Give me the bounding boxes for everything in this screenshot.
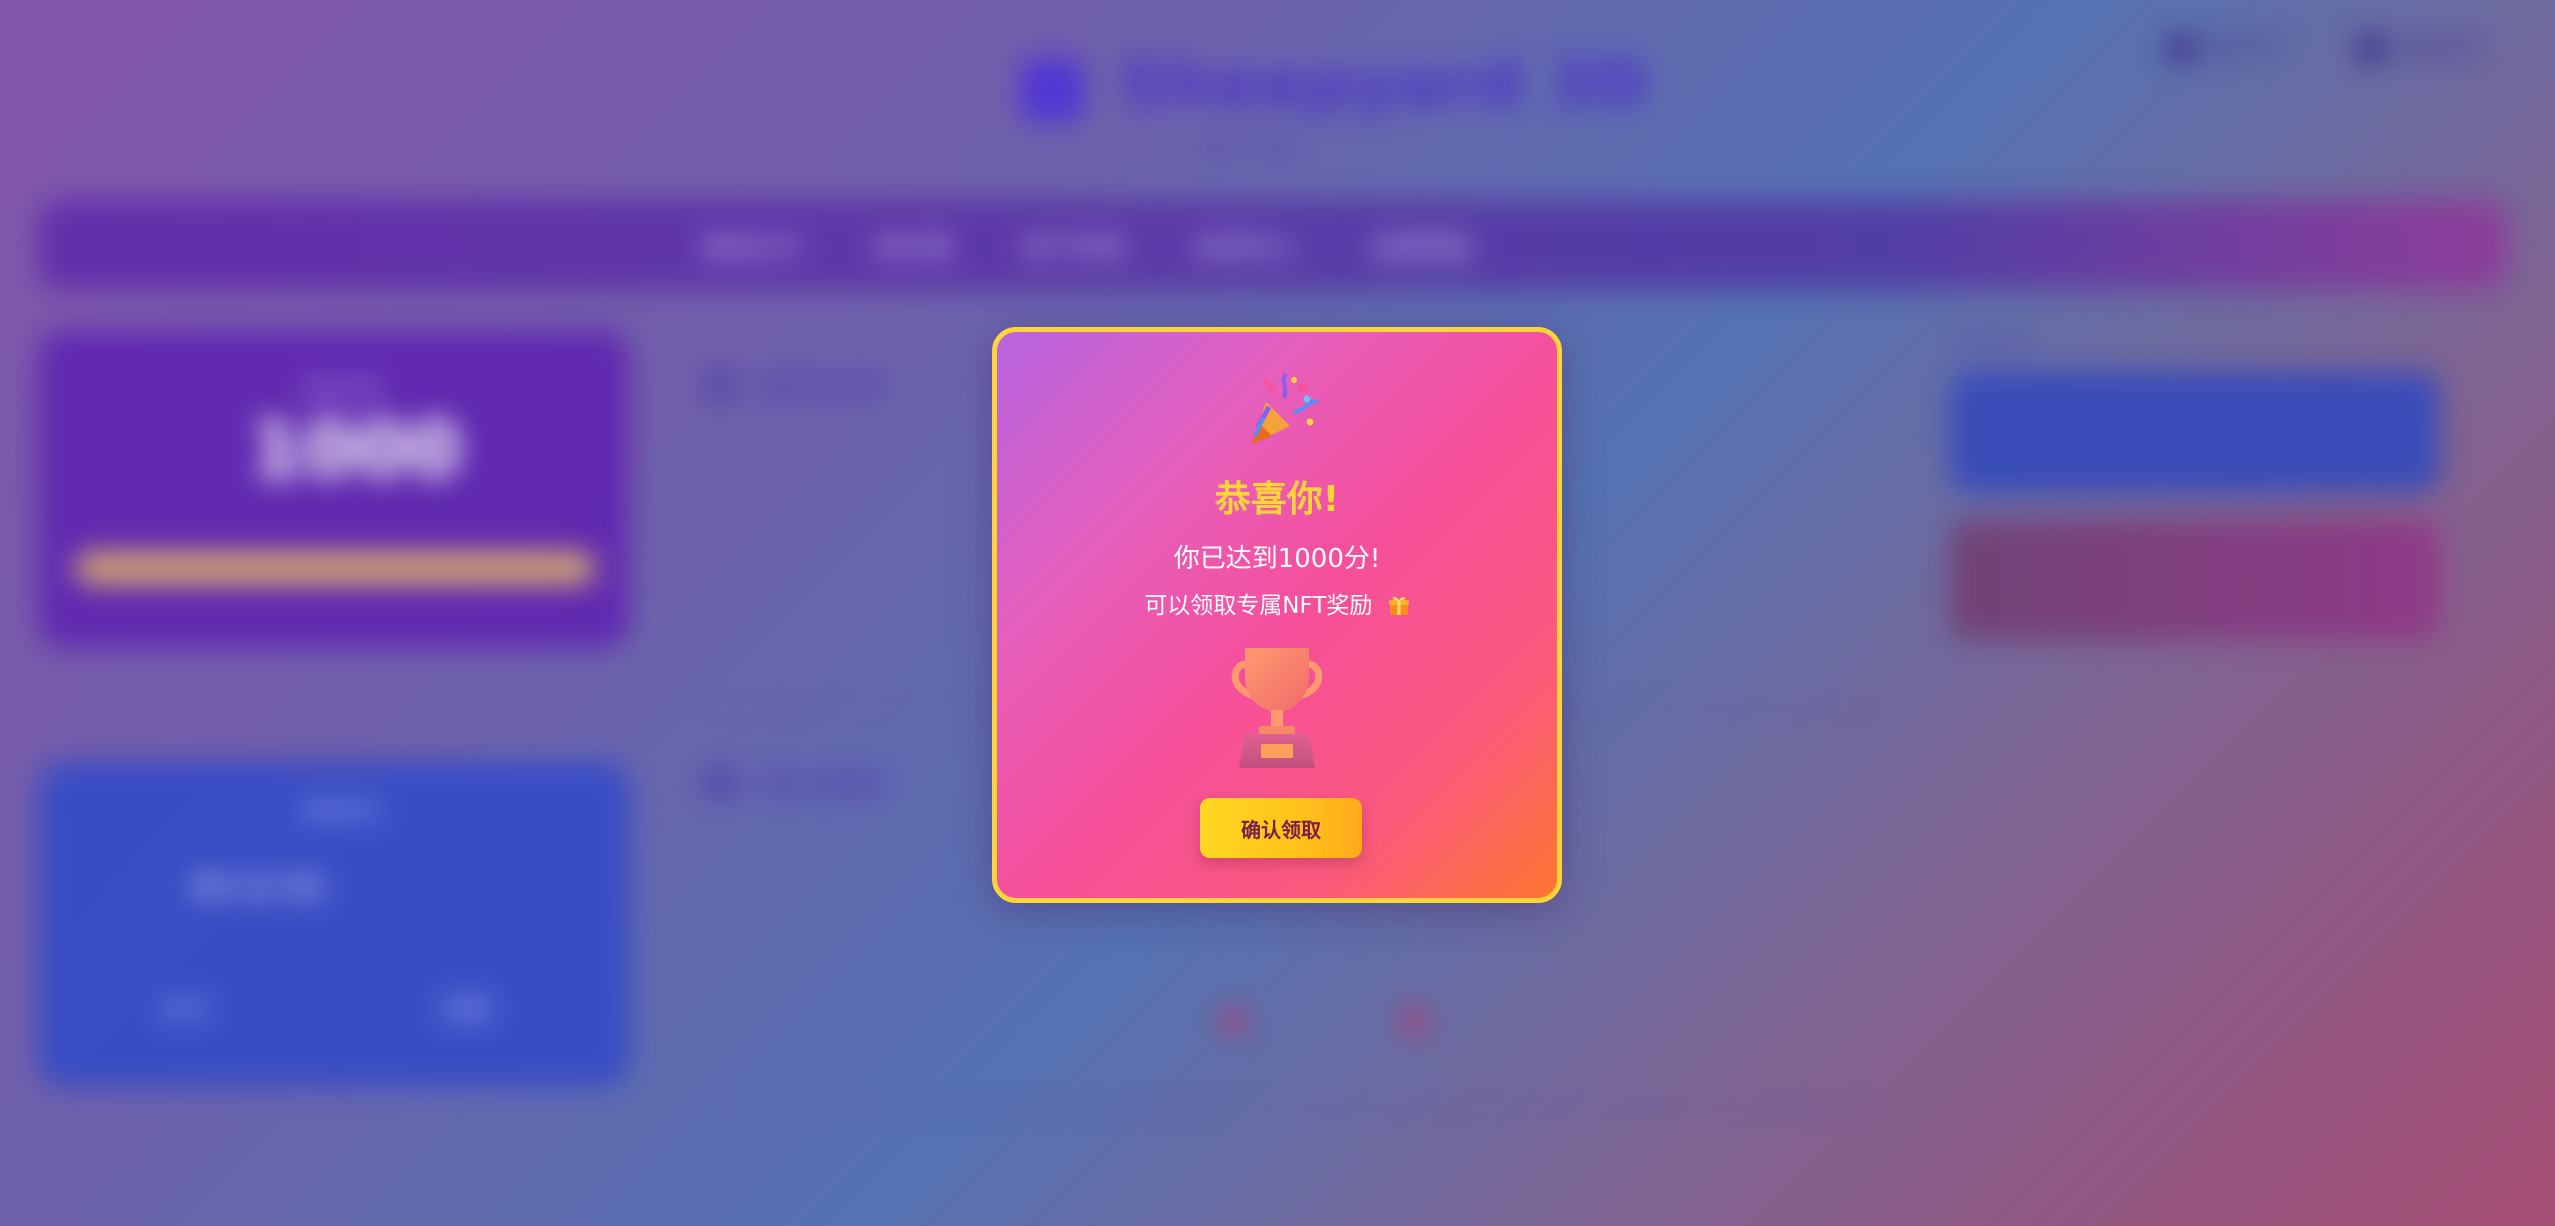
party-popper-icon: [1252, 372, 1319, 444]
trophy-icon: [1231, 648, 1323, 768]
modal-message: 你已达到1000分!: [1173, 544, 1381, 574]
modal-sub-text: 可以领取专属NFT奖励: [1144, 593, 1373, 619]
gift-icon: [1388, 596, 1409, 615]
modal-sub-message: 可以领取专属NFT奖励: [997, 586, 1557, 620]
modal-title: 恭喜你!: [1214, 479, 1340, 520]
confirm-claim-button[interactable]: 确认领取: [1200, 798, 1362, 858]
reward-modal: 恭喜你! 你已达到1000分! 可以领取专属NFT奖励 确认领取: [992, 327, 1562, 903]
